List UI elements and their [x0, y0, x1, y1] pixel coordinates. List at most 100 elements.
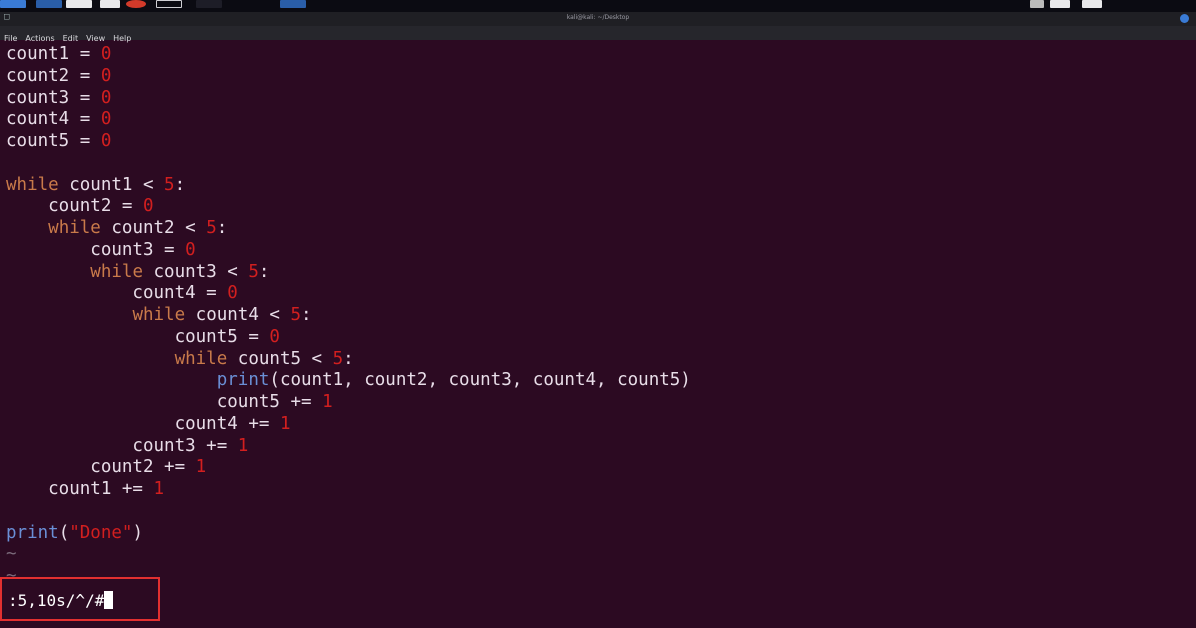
- code-token: count4 +=: [6, 413, 280, 434]
- code-line: count4 = 0: [6, 283, 1186, 305]
- menu-bar: File Actions Edit View Help: [0, 26, 1196, 43]
- code-line: while count2 < 5:: [6, 218, 1186, 240]
- menu-edit[interactable]: Edit: [59, 32, 83, 43]
- code-token: count4 =: [6, 109, 101, 130]
- minimize-icon[interactable]: [1152, 14, 1161, 23]
- code-token: (count1, count2, count3, count4, count5): [269, 370, 691, 391]
- code-token: 0: [100, 131, 112, 151]
- code-token: 5: [332, 348, 344, 369]
- code-line: count2 = 0: [6, 196, 1186, 218]
- code-line: count4 += 1: [6, 414, 1186, 436]
- taskbar: [0, 0, 1196, 12]
- code-token: :: [343, 348, 354, 369]
- code-line: while count3 < 5:: [6, 262, 1186, 284]
- code-token: count3 <: [142, 261, 249, 282]
- command-text: :5,10s/^/#: [8, 591, 114, 610]
- code-line: count3 = 0: [6, 88, 1186, 110]
- command-input[interactable]: :5,10s/^/#: [8, 591, 104, 610]
- terminal-icon[interactable]: [156, 0, 182, 8]
- code-line: print("Done"): [6, 523, 1186, 545]
- code-line: count1 = 0: [6, 44, 1186, 66]
- code-token: 1: [153, 479, 165, 499]
- code-line: count1 += 1: [6, 479, 1186, 501]
- code-token: 5: [164, 174, 175, 195]
- file-manager-icon[interactable]: [66, 0, 92, 8]
- code-token: count2 =: [6, 196, 143, 217]
- launcher-icon[interactable]: [36, 0, 62, 8]
- code-token: while: [6, 174, 59, 195]
- code-token: 0: [100, 109, 112, 130]
- window-title: kali@kali: ~/Desktop: [566, 14, 630, 21]
- code-token: 0: [185, 239, 196, 260]
- code-line: count3 += 1: [6, 436, 1186, 458]
- code-token: count1 +=: [6, 479, 154, 499]
- code-token: 5: [248, 261, 259, 282]
- text-cursor: [104, 591, 114, 609]
- code-token: count5 =: [6, 326, 270, 347]
- code-token: 0: [100, 87, 112, 108]
- tray-icon-1[interactable]: [1030, 0, 1044, 8]
- code-token: 1: [237, 435, 249, 456]
- code-line: while count5 < 5:: [6, 349, 1186, 371]
- code-token: :: [216, 218, 228, 238]
- code-line: count3 = 0: [6, 240, 1186, 262]
- code-line: while count4 < 5:: [6, 305, 1186, 327]
- vim-command-line[interactable]: :5,10s/^/#: [0, 577, 160, 621]
- code-line: count5 = 0: [6, 327, 1186, 349]
- code-token: count4 <: [185, 305, 291, 325]
- menu-view[interactable]: View: [82, 32, 109, 43]
- menu-actions[interactable]: Actions: [21, 32, 58, 43]
- code-line: count4 = 0: [6, 109, 1186, 131]
- code-token: count3 =: [6, 87, 101, 108]
- menu-file[interactable]: File: [0, 32, 21, 43]
- code-token: while: [174, 348, 228, 369]
- code-line: count5 = 0: [6, 131, 1186, 153]
- code-token: (: [58, 522, 70, 543]
- vim-editor-buffer[interactable]: count1 = 0 count2 = 0 count3 = 0 count4 = 0…: [6, 44, 1186, 588]
- code-token: 1: [279, 413, 291, 434]
- code-token: count4 =: [6, 283, 228, 304]
- code-token: count5 <: [227, 348, 333, 369]
- code-token: 0: [227, 283, 238, 304]
- code-token: ~: [6, 544, 17, 565]
- code-token: count1 <: [58, 174, 165, 195]
- code-token: count3 +=: [6, 435, 238, 456]
- code-token: 1: [195, 457, 207, 478]
- code-token: 1: [322, 392, 333, 412]
- tray-icon-2[interactable]: [1050, 0, 1070, 8]
- code-token: 5: [206, 218, 217, 238]
- menu-help[interactable]: Help: [109, 32, 135, 43]
- code-token: count1 =: [6, 44, 101, 64]
- code-token: 0: [142, 196, 154, 217]
- code-token: :: [258, 261, 270, 282]
- text-editor-icon[interactable]: [100, 0, 120, 8]
- code-token: 5: [290, 305, 302, 325]
- code-line: print(count1, count2, count3, count4, co…: [6, 370, 1186, 392]
- tray-icon-3[interactable]: [1082, 0, 1102, 8]
- app-menu-icon[interactable]: [0, 0, 26, 8]
- code-token: 0: [100, 44, 112, 64]
- code-token: count2 <: [100, 218, 207, 238]
- code-token: ): [132, 522, 143, 543]
- code-token: "Done": [69, 522, 133, 543]
- code-token: count3 =: [6, 239, 186, 260]
- code-token: count5 +=: [6, 392, 323, 412]
- window-titlebar: □ kali@kali: ~/Desktop: [0, 12, 1196, 26]
- code-line: count5 += 1: [6, 392, 1186, 414]
- browser-icon[interactable]: [126, 0, 146, 8]
- code-token: while: [132, 305, 186, 325]
- code-line: count2 += 1: [6, 457, 1186, 479]
- workspace-2[interactable]: [280, 0, 306, 8]
- workspace-1[interactable]: [196, 0, 222, 8]
- code-token: print: [216, 370, 270, 391]
- code-token: count2 =: [6, 65, 101, 86]
- code-token: count5 =: [6, 131, 101, 151]
- settings-icon[interactable]: [1180, 14, 1189, 23]
